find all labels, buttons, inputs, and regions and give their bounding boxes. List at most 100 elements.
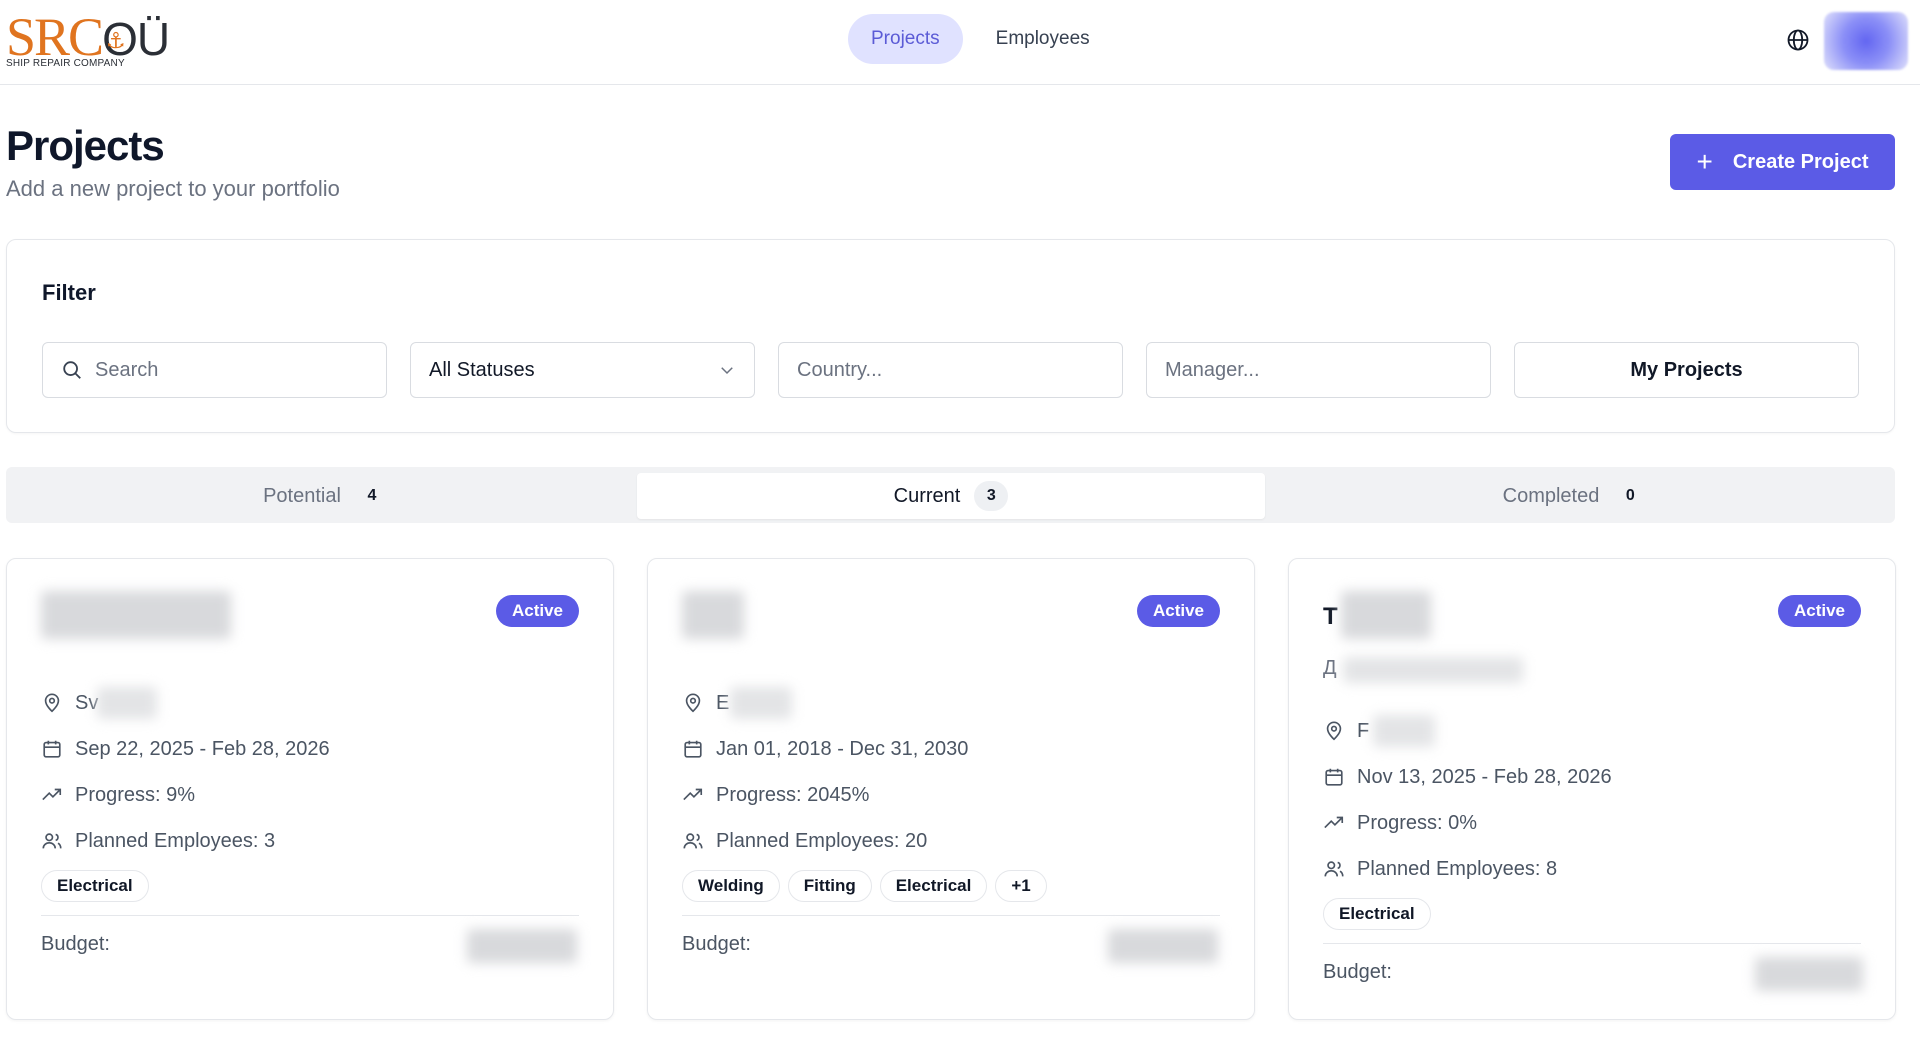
- dates-row: Jan 01, 2018 - Dec 31, 2030: [682, 735, 968, 763]
- redacted-title: [41, 591, 231, 639]
- map-pin-icon: [44, 693, 60, 713]
- my-projects-button[interactable]: My Projects: [1514, 342, 1859, 398]
- redacted-budget: [467, 929, 577, 963]
- dates-row: Sep 22, 2025 - Feb 28, 2026: [41, 735, 330, 763]
- create-project-button[interactable]: + Create Project: [1670, 134, 1895, 190]
- skill-tag: Fitting: [787, 870, 872, 902]
- filter-panel: Filter Search All Statuses Country... Ma…: [6, 239, 1895, 433]
- tab-label: Potential: [263, 484, 341, 507]
- budget-label: Budget:: [41, 933, 110, 955]
- employees-text: Planned Employees: 20: [716, 829, 928, 852]
- users-icon: [1324, 861, 1344, 877]
- redacted-budget: [1755, 957, 1863, 991]
- dates-text: Sep 22, 2025 - Feb 28, 2026: [75, 737, 330, 760]
- employees-text: Planned Employees: 8: [1357, 857, 1558, 880]
- card-title: T: [1323, 603, 1338, 630]
- card-subtitle: Д: [1323, 657, 1337, 679]
- avatar[interactable]: [1824, 12, 1908, 70]
- logo-tagline: SHIP REPAIR COMPANY: [6, 58, 125, 69]
- location-text: F: [1357, 719, 1370, 742]
- status-select[interactable]: All Statuses: [410, 342, 755, 398]
- map-pin-icon: [685, 693, 701, 713]
- top-header: SRCOÜ ⚓ SHIP REPAIR COMPANY Projects Emp…: [0, 0, 1920, 85]
- main-nav: Projects Employees: [848, 14, 1113, 64]
- employees-row: Planned Employees: 20: [682, 827, 927, 855]
- trending-up-icon: [683, 788, 703, 801]
- trending-up-icon: [42, 788, 62, 801]
- progress-row: Progress: 2045%: [682, 781, 869, 809]
- tab-completed[interactable]: Completed 0: [1261, 473, 1889, 519]
- company-logo[interactable]: SRCOÜ ⚓ SHIP REPAIR COMPANY: [6, 10, 196, 70]
- location-row: F: [1323, 717, 1369, 745]
- location-row: Sv: [41, 689, 98, 717]
- search-input[interactable]: Search: [42, 342, 387, 398]
- manager-input[interactable]: Manager...: [1146, 342, 1491, 398]
- progress-row: Progress: 9%: [41, 781, 195, 809]
- skill-tags: Electrical: [1323, 898, 1431, 930]
- map-pin-icon: [1326, 721, 1342, 741]
- page-subtitle: Add a new project to your portfolio: [6, 176, 340, 201]
- skill-tag: Electrical: [41, 870, 149, 902]
- progress-text: Progress: 2045%: [716, 783, 870, 806]
- budget-label: Budget:: [1323, 961, 1392, 983]
- search-icon: [63, 361, 81, 379]
- calendar-icon: [43, 740, 61, 758]
- skill-tags: Welding Fitting Electrical +1: [682, 870, 1047, 902]
- status-badge: Active: [1136, 595, 1220, 627]
- progress-text: Progress: 0%: [1357, 811, 1478, 834]
- card-divider: [1323, 943, 1861, 944]
- location-text: E: [716, 691, 730, 714]
- calendar-icon: [1325, 768, 1343, 786]
- dates-row: Nov 13, 2025 - Feb 28, 2026: [1323, 763, 1612, 791]
- status-badge: Active: [1777, 595, 1861, 627]
- status-value: All Statuses: [429, 358, 535, 381]
- globe-icon[interactable]: [1786, 28, 1810, 52]
- redacted-title: [1341, 591, 1431, 639]
- country-placeholder: Country...: [797, 358, 883, 381]
- tab-current[interactable]: Current 3: [637, 473, 1265, 519]
- search-placeholder: Search: [95, 358, 159, 381]
- redacted-title: [682, 591, 744, 639]
- chevron-down-icon: [721, 367, 733, 375]
- tab-count: 0: [1625, 487, 1635, 504]
- create-project-label: Create Project: [1732, 150, 1869, 173]
- trending-up-icon: [1324, 816, 1344, 829]
- users-icon: [683, 833, 703, 849]
- card-divider: [41, 915, 579, 916]
- skill-tag: Welding: [682, 870, 780, 902]
- manager-placeholder: Manager...: [1165, 358, 1260, 381]
- tab-count: 4: [367, 487, 377, 504]
- location-row: E: [682, 689, 729, 717]
- project-card[interactable]: T Active Д F Nov 13, 2025 - Feb 28, 2026…: [1288, 558, 1896, 1020]
- status-badge: Active: [495, 595, 579, 627]
- nav-projects[interactable]: Projects: [848, 14, 963, 64]
- tab-label: Completed: [1502, 484, 1600, 507]
- redacted-location: [97, 687, 157, 719]
- progress-text: Progress: 9%: [75, 783, 196, 806]
- calendar-icon: [684, 740, 702, 758]
- redacted-budget: [1108, 929, 1218, 963]
- users-icon: [42, 833, 62, 849]
- nav-employees[interactable]: Employees: [973, 14, 1113, 64]
- employees-text: Planned Employees: 3: [75, 829, 276, 852]
- project-card[interactable]: Active E Jan 01, 2018 - Dec 31, 2030 Pro…: [647, 558, 1255, 1020]
- employees-row: Planned Employees: 3: [41, 827, 275, 855]
- redacted-location: [1373, 715, 1435, 747]
- card-divider: [682, 915, 1220, 916]
- project-card[interactable]: Active Sv Sep 22, 2025 - Feb 28, 2026 Pr…: [6, 558, 614, 1020]
- skill-tag: Electrical: [1323, 898, 1431, 930]
- location-text: Sv: [75, 691, 99, 714]
- more-tags-badge[interactable]: +1: [995, 870, 1047, 902]
- country-input[interactable]: Country...: [778, 342, 1123, 398]
- tab-potential[interactable]: Potential 4: [12, 473, 640, 519]
- skill-tag: Electrical: [879, 870, 988, 902]
- skill-tags: Electrical: [41, 870, 149, 902]
- redacted-subtitle: [1343, 657, 1523, 683]
- tab-count: 3: [974, 481, 1009, 511]
- redacted-location: [730, 687, 792, 719]
- dates-text: Jan 01, 2018 - Dec 31, 2030: [716, 737, 969, 760]
- anchor-icon: ⚓: [106, 28, 126, 53]
- plus-icon: +: [1696, 146, 1713, 177]
- my-projects-label: My Projects: [1630, 358, 1743, 381]
- employees-row: Planned Employees: 8: [1323, 855, 1557, 883]
